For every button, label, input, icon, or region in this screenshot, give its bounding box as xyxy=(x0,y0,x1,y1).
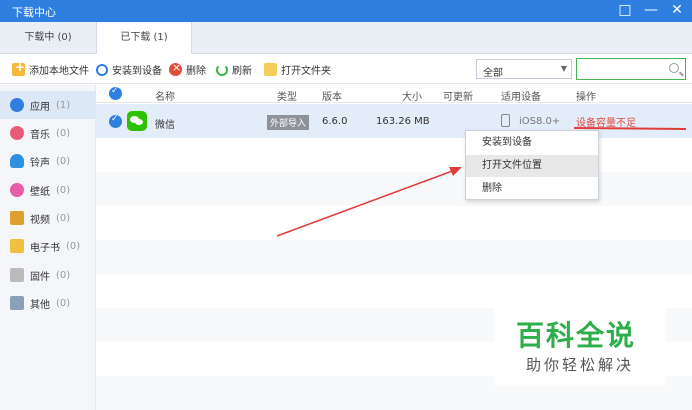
empty-row xyxy=(96,138,692,172)
refresh-label: 刷新 xyxy=(232,66,252,77)
column-updatable: 可更新 xyxy=(443,92,473,103)
column-type: 类型 xyxy=(277,92,297,103)
filter-select[interactable]: 全部 ▼ xyxy=(476,59,572,79)
column-action: 操作 xyxy=(576,92,596,103)
bell-icon xyxy=(10,154,24,168)
sidebar-item-count: (0) xyxy=(56,297,71,309)
search-input[interactable] xyxy=(576,58,686,80)
sidebar-item-ebooks[interactable]: 电子书 (0) xyxy=(0,232,96,260)
app-name: 微信 xyxy=(155,120,175,131)
folder-icon xyxy=(264,63,277,76)
add-local-file-label: 添加本地文件 xyxy=(29,66,89,77)
open-folder-button[interactable]: 打开文件夹 xyxy=(264,62,331,77)
sidebar-item-count: (0) xyxy=(56,269,71,281)
title-bar: 下载中心 □ — ✕ xyxy=(0,0,692,22)
sidebar-item-label: 其他 xyxy=(30,299,50,311)
sidebar-item-wallpapers[interactable]: 壁纸 (0) xyxy=(0,176,96,204)
sidebar-item-count: (1) xyxy=(56,99,71,111)
app-size: 163.26 MB xyxy=(376,116,430,127)
wallpaper-icon xyxy=(10,183,24,197)
menu-item-delete[interactable]: 删除 xyxy=(466,178,598,200)
column-version: 版本 xyxy=(322,92,342,103)
search-icon[interactable] xyxy=(669,63,679,73)
empty-row xyxy=(96,240,692,274)
menu-item-install[interactable]: 安装到设备 xyxy=(466,132,598,154)
phone-icon xyxy=(501,114,510,127)
app-store-icon xyxy=(10,98,24,112)
app-device: iOS8.0+ xyxy=(519,116,561,127)
sidebar-item-count: (0) xyxy=(66,240,81,252)
close-icon[interactable]: ✕ xyxy=(670,2,684,18)
insufficient-storage-warning: 设备容量不足 xyxy=(576,118,636,129)
column-device: 适用设备 xyxy=(501,92,541,103)
sidebar-item-ringtones[interactable]: 铃声 (0) xyxy=(0,147,96,175)
refresh-button[interactable]: 刷新 xyxy=(216,62,252,77)
sidebar-item-videos[interactable]: 视频 (0) xyxy=(0,204,96,232)
sidebar-item-firmware[interactable]: 固件 (0) xyxy=(0,261,96,289)
sidebar-item-count: (0) xyxy=(56,127,71,139)
column-size: 大小 xyxy=(402,92,422,103)
firmware-icon xyxy=(10,268,24,282)
sidebar-item-label: 应用 xyxy=(30,101,50,113)
tab-downloaded[interactable]: 已下载 (1) xyxy=(96,22,192,55)
sidebar-item-other[interactable]: 其他 (0) xyxy=(0,289,96,317)
sidebar-item-label: 固件 xyxy=(30,271,50,283)
add-local-file-button[interactable]: 添加本地文件 xyxy=(12,60,89,77)
sidebar-item-label: 电子书 xyxy=(30,242,60,254)
sidebar: 应用 (1) 音乐 (0) 铃声 (0) 壁纸 (0) 视频 (0) 电子书 (… xyxy=(0,85,96,410)
column-name: 名称 xyxy=(155,92,175,103)
sidebar-item-apps[interactable]: 应用 (1) xyxy=(0,91,96,119)
maximize-icon[interactable]: □ xyxy=(618,2,632,18)
sidebar-item-count: (0) xyxy=(56,184,71,196)
sidebar-item-label: 音乐 xyxy=(30,129,50,141)
table-header: 名称 类型 版本 大小 可更新 适用设备 操作 xyxy=(96,85,692,103)
type-badge: 外部导入 xyxy=(267,115,310,130)
select-all-checkbox[interactable] xyxy=(109,86,122,100)
context-menu: 安装到设备 打开文件位置 删除 xyxy=(465,130,599,200)
install-icon xyxy=(96,63,108,76)
app-version: 6.6.0 xyxy=(322,116,348,127)
sidebar-item-label: 视频 xyxy=(30,214,50,226)
wechat-icon xyxy=(127,111,147,131)
delete-icon xyxy=(169,61,182,76)
refresh-icon xyxy=(216,63,228,76)
table-row[interactable]: 微信 外部导入 6.6.0 163.26 MB iOS8.0+ 设备容量不足 xyxy=(96,104,692,138)
window-controls: □ — ✕ xyxy=(618,2,684,18)
delete-label: 删除 xyxy=(186,66,206,77)
filter-select-value: 全部 xyxy=(483,68,503,79)
tab-downloading[interactable]: 下载中 (0) xyxy=(0,22,96,54)
video-icon xyxy=(10,211,24,225)
open-folder-label: 打开文件夹 xyxy=(281,66,331,77)
delete-button[interactable]: 删除 xyxy=(169,61,206,77)
sidebar-item-label: 壁纸 xyxy=(30,186,50,198)
watermark-title: 百科全说 xyxy=(516,319,637,352)
watermark: 百科全说 助你轻松解决 xyxy=(494,300,666,386)
window-title: 下载中心 xyxy=(12,6,56,19)
tab-bar: 下载中 (0) 已下载 (1) xyxy=(0,22,692,55)
watermark-subtitle: 助你轻松解决 xyxy=(526,356,635,374)
add-file-icon xyxy=(12,60,25,76)
empty-row xyxy=(96,206,692,240)
install-to-device-button[interactable]: 安装到设备 xyxy=(96,62,162,77)
empty-row xyxy=(96,172,692,206)
other-icon xyxy=(10,296,24,310)
ebook-icon xyxy=(10,239,24,253)
sidebar-item-count: (0) xyxy=(56,212,71,224)
install-to-device-label: 安装到设备 xyxy=(112,66,162,77)
sidebar-item-label: 铃声 xyxy=(30,157,50,169)
music-icon xyxy=(10,126,24,140)
sidebar-item-music[interactable]: 音乐 (0) xyxy=(0,119,96,147)
minimize-icon[interactable]: — xyxy=(644,2,658,18)
sidebar-item-count: (0) xyxy=(56,155,71,167)
menu-item-open-file-location[interactable]: 打开文件位置 xyxy=(466,155,598,177)
chevron-down-icon: ▼ xyxy=(560,64,567,73)
row-checkbox[interactable] xyxy=(109,114,122,128)
